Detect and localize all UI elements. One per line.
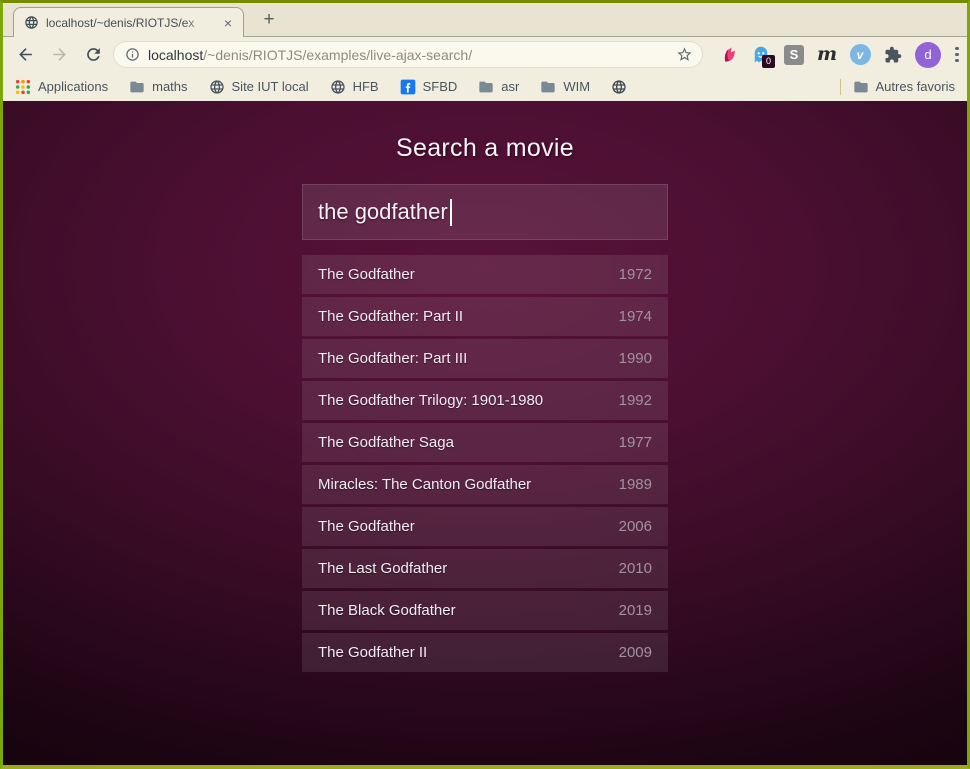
pink-feather-extension-icon[interactable] (717, 44, 739, 66)
bookmark-hfb[interactable]: HFB (330, 79, 379, 95)
folder-icon (129, 79, 145, 95)
browser-window: localhost/~denis/RIOTJS/ex × + localhost… (0, 0, 970, 769)
result-title: The Godfather Saga (318, 434, 454, 451)
bookmark-label: asr (501, 79, 519, 94)
result-title: The Black Godfather (318, 602, 456, 619)
result-row[interactable]: The Godfather Saga 1977 (302, 423, 668, 462)
globe-icon (611, 79, 627, 95)
forward-arrow-icon (50, 45, 69, 64)
movie-search-input[interactable]: the godfather (302, 184, 668, 240)
back-button[interactable] (11, 41, 39, 69)
url-host: localhost (148, 47, 203, 63)
bookmark-label: HFB (353, 79, 379, 94)
v-extension-icon[interactable]: v (849, 44, 871, 66)
reload-button[interactable] (79, 41, 107, 69)
other-bookmarks-button[interactable]: Autres favoris (853, 79, 955, 95)
result-title: The Godfather II (318, 644, 427, 661)
result-title: Miracles: The Canton Godfather (318, 476, 531, 493)
bookmark-label: Applications (38, 79, 108, 94)
result-row[interactable]: The Godfather: Part II 1974 (302, 297, 668, 336)
new-tab-button[interactable]: + (256, 8, 282, 32)
bookmark-unnamed[interactable] (611, 79, 634, 95)
bookmark-label: Site IUT local (232, 79, 309, 94)
search-input-value: the godfather (318, 199, 448, 225)
tab-title: localhost/~denis/RIOTJS/ex (46, 16, 214, 30)
tab-strip: localhost/~denis/RIOTJS/ex × + (3, 3, 967, 37)
result-row[interactable]: The Godfather 1972 (302, 255, 668, 294)
result-year: 2009 (619, 644, 652, 661)
result-year: 1977 (619, 434, 652, 451)
extensions-puzzle-icon[interactable] (882, 44, 904, 66)
back-arrow-icon (16, 45, 35, 64)
m-extension-icon[interactable]: m (816, 44, 838, 66)
tab-close-icon[interactable]: × (221, 15, 235, 31)
folder-icon (478, 79, 494, 95)
url-text: localhost/~denis/RIOTJS/examples/live-aj… (148, 47, 668, 63)
result-title: The Godfather (318, 518, 415, 535)
apps-grid-icon (15, 79, 31, 95)
facebook-icon (400, 79, 416, 95)
result-year: 2019 (619, 602, 652, 619)
result-row[interactable]: Miracles: The Canton Godfather 1989 (302, 465, 668, 504)
result-row[interactable]: The Godfather: Part III 1990 (302, 339, 668, 378)
page-title: Search a movie (3, 134, 967, 163)
result-row[interactable]: The Black Godfather 2019 (302, 591, 668, 630)
other-bookmarks-area: Autres favoris (840, 79, 955, 95)
folder-icon (540, 79, 556, 95)
forward-button[interactable] (45, 41, 73, 69)
bookmark-site-iut-local[interactable]: Site IUT local (209, 79, 309, 95)
result-row[interactable]: The Godfather II 2009 (302, 633, 668, 672)
search-results-list: The Godfather 1972 The Godfather: Part I… (302, 255, 668, 672)
extension-badge: 0 (762, 55, 775, 68)
profile-avatar[interactable]: d (915, 42, 941, 68)
page-content: Search a movie the godfather The Godfath… (3, 101, 967, 765)
s-extension-icon[interactable]: S (783, 44, 805, 66)
result-year: 1974 (619, 308, 652, 325)
url-path: /~denis/RIOTJS/examples/live-ajax-search… (203, 47, 472, 63)
bookmark-star-icon[interactable] (676, 46, 693, 63)
globe-icon (330, 79, 346, 95)
bookmark-label: maths (152, 79, 187, 94)
result-year: 1992 (619, 392, 652, 409)
tab-favicon-globe-icon (24, 15, 39, 30)
result-row[interactable]: The Last Godfather 2010 (302, 549, 668, 588)
result-row[interactable]: The Godfather Trilogy: 1901-1980 1992 (302, 381, 668, 420)
browser-tab[interactable]: localhost/~denis/RIOTJS/ex × (13, 7, 244, 37)
bookmark-label: SFBD (423, 79, 458, 94)
bookmarks-separator (840, 79, 841, 95)
bookmark-asr[interactable]: asr (478, 79, 519, 95)
result-year: 1972 (619, 266, 652, 283)
result-title: The Godfather (318, 266, 415, 283)
ghost-extension-icon[interactable]: 0 (750, 44, 772, 66)
bookmark-label: WIM (563, 79, 590, 94)
extension-icons: 0 S m v (717, 44, 904, 66)
result-year: 2006 (619, 518, 652, 535)
browser-menu-button[interactable] (949, 44, 965, 66)
result-title: The Godfather Trilogy: 1901-1980 (318, 392, 543, 409)
result-year: 1989 (619, 476, 652, 493)
bookmarks-bar: Applications maths Site IUT local HFB SF… (3, 72, 967, 101)
result-year: 2010 (619, 560, 652, 577)
address-bar[interactable]: localhost/~denis/RIOTJS/examples/live-aj… (113, 41, 703, 68)
text-caret (450, 199, 452, 226)
bookmark-applications[interactable]: Applications (15, 79, 108, 95)
browser-toolbar: localhost/~denis/RIOTJS/examples/live-aj… (3, 37, 967, 72)
bookmark-maths[interactable]: maths (129, 79, 187, 95)
bookmark-sfbd[interactable]: SFBD (400, 79, 458, 95)
result-title: The Godfather: Part III (318, 350, 467, 367)
reload-icon (84, 45, 103, 64)
result-row[interactable]: The Godfather 2006 (302, 507, 668, 546)
bookmark-wim[interactable]: WIM (540, 79, 590, 95)
page-info-icon[interactable] (125, 47, 140, 62)
result-title: The Last Godfather (318, 560, 447, 577)
result-title: The Godfather: Part II (318, 308, 463, 325)
other-bookmarks-label: Autres favoris (876, 79, 955, 94)
folder-icon (853, 79, 869, 95)
globe-icon (209, 79, 225, 95)
result-year: 1990 (619, 350, 652, 367)
